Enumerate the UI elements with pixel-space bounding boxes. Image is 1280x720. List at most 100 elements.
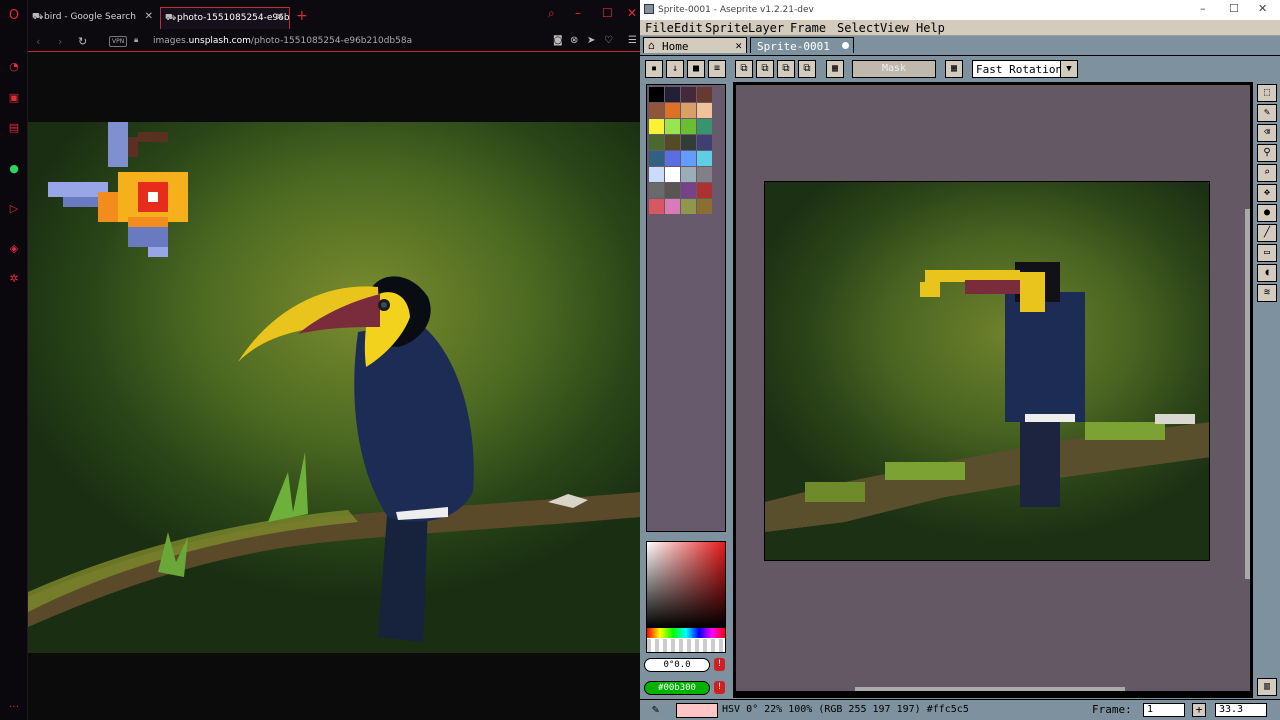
- palette-swatch[interactable]: [681, 135, 696, 150]
- marquee-tool-icon[interactable]: ⬚: [1257, 84, 1277, 102]
- close-tab-icon[interactable]: ✕: [145, 11, 153, 22]
- palette-swatch[interactable]: [681, 151, 696, 166]
- foreground-color-swatch[interactable]: [676, 703, 718, 718]
- selection-replace-icon[interactable]: ⧉: [735, 60, 753, 78]
- palette-swatch[interactable]: [681, 103, 696, 118]
- add-frame-button[interactable]: +: [1192, 703, 1206, 717]
- zoom-input[interactable]: 33.3: [1215, 703, 1267, 717]
- pencil-tool-icon[interactable]: ✎: [1257, 104, 1277, 122]
- palette-swatch[interactable]: [665, 199, 680, 214]
- palette-swatch[interactable]: [665, 103, 680, 118]
- maximize-button[interactable]: ☐: [1229, 2, 1239, 15]
- twitch-icon[interactable]: ▤: [7, 121, 21, 135]
- palette-swatch[interactable]: [665, 151, 680, 166]
- close-tab-icon[interactable]: ✕: [735, 39, 742, 52]
- heart-icon[interactable]: ♡: [604, 35, 613, 46]
- selection-subtract-icon[interactable]: ⧉: [777, 60, 795, 78]
- menu-sprite[interactable]: Sprite: [705, 21, 748, 35]
- alpha-slider[interactable]: [647, 639, 725, 652]
- chevron-down-icon[interactable]: ▼: [1060, 60, 1078, 78]
- tab-bird-search[interactable]: ⛟ bird - Google Search ✕: [28, 7, 158, 29]
- more-icon[interactable]: ···: [7, 700, 21, 714]
- menu-file[interactable]: File: [645, 21, 674, 35]
- menu-icon[interactable]: ☰: [628, 35, 637, 46]
- close-window-button[interactable]: ✕: [627, 6, 637, 20]
- minimize-button[interactable]: –: [575, 6, 581, 20]
- warning-icon[interactable]: !: [714, 658, 725, 671]
- menu-edit[interactable]: Edit: [674, 21, 703, 35]
- pivot-icon[interactable]: ▦: [945, 60, 963, 78]
- close-tab-icon[interactable]: ✕: [276, 12, 284, 23]
- minimize-button[interactable]: –: [1200, 2, 1206, 15]
- camera-icon[interactable]: ◙: [553, 35, 563, 46]
- timeline-toggle-icon[interactable]: ▥: [1257, 678, 1277, 696]
- palette-swatch[interactable]: [665, 119, 680, 134]
- warning-icon[interactable]: !: [714, 681, 725, 694]
- palette-swatch[interactable]: [649, 183, 664, 198]
- send-icon[interactable]: ➤: [587, 35, 595, 46]
- shopping-icon[interactable]: ▣: [7, 91, 21, 105]
- palette-swatch[interactable]: [697, 151, 712, 166]
- palette-swatch[interactable]: [697, 119, 712, 134]
- list-icon[interactable]: ≡: [708, 60, 726, 78]
- contour-tool-icon[interactable]: ◖: [1257, 264, 1277, 282]
- back-icon[interactable]: ‹: [36, 35, 40, 48]
- player-icon[interactable]: ▷: [7, 202, 21, 216]
- palette-swatch[interactable]: [681, 183, 696, 198]
- menu-select[interactable]: Select: [837, 21, 880, 35]
- palette-swatch[interactable]: [697, 167, 712, 182]
- lock-icon[interactable]: ▪: [645, 60, 663, 78]
- sprite-canvas[interactable]: [764, 181, 1210, 561]
- palette-swatch[interactable]: [697, 183, 712, 198]
- tab-sprite-0001[interactable]: Sprite-0001: [750, 37, 854, 53]
- palette-swatch[interactable]: [681, 167, 696, 182]
- palette-swatch[interactable]: [681, 87, 696, 102]
- square-icon[interactable]: ■: [687, 60, 705, 78]
- forward-icon[interactable]: ›: [58, 35, 62, 48]
- palette-swatch[interactable]: [649, 135, 664, 150]
- close-window-button[interactable]: ✕: [1258, 2, 1267, 15]
- menu-help[interactable]: Help: [916, 21, 945, 35]
- eraser-tool-icon[interactable]: ⌫: [1257, 124, 1277, 142]
- palette-swatch[interactable]: [665, 87, 680, 102]
- menu-view[interactable]: View: [880, 21, 909, 35]
- palette-swatch[interactable]: [665, 167, 680, 182]
- vertical-scrollbar[interactable]: [1245, 209, 1250, 579]
- whatsapp-icon[interactable]: ●: [7, 162, 21, 176]
- palette-swatch[interactable]: [697, 135, 712, 150]
- search-icon[interactable]: ⌕: [548, 6, 555, 21]
- new-tab-button[interactable]: +: [296, 8, 308, 24]
- palette-swatch[interactable]: [649, 167, 664, 182]
- move-tool-icon[interactable]: ✥: [1257, 184, 1277, 202]
- saturation-value-box[interactable]: [647, 542, 725, 628]
- cube-icon[interactable]: ◈: [7, 242, 21, 256]
- menu-layer[interactable]: Layer: [748, 21, 784, 35]
- settings-icon[interactable]: ✲: [7, 272, 21, 286]
- selection-intersect-icon[interactable]: ⧉: [798, 60, 816, 78]
- hex-field[interactable]: #00b300: [644, 681, 710, 695]
- blur-tool-icon[interactable]: ≋: [1257, 284, 1277, 302]
- palette-swatch[interactable]: [649, 87, 664, 102]
- horizontal-scrollbar[interactable]: [855, 687, 1125, 691]
- tracker-block-icon[interactable]: ⊗: [570, 35, 578, 46]
- palette-swatch[interactable]: [665, 183, 680, 198]
- reload-icon[interactable]: ↻: [78, 35, 87, 48]
- opera-logo-icon[interactable]: O: [7, 9, 21, 23]
- tab-home[interactable]: ⌂ Home ✕: [643, 37, 747, 53]
- palette-swatch[interactable]: [649, 103, 664, 118]
- palette-swatch[interactable]: [697, 103, 712, 118]
- vpn-badge[interactable]: VPN: [109, 36, 128, 47]
- palette-swatch[interactable]: [681, 119, 696, 134]
- selection-add-icon[interactable]: ⧉: [756, 60, 774, 78]
- palette-swatch[interactable]: [697, 87, 712, 102]
- palette-swatch[interactable]: [665, 135, 680, 150]
- palette-swatch[interactable]: [681, 199, 696, 214]
- tab-photo[interactable]: ⛟ photo-1551085254-e96b2 ✕: [160, 7, 290, 29]
- palette-swatch[interactable]: [649, 119, 664, 134]
- rectangle-tool-icon[interactable]: ▭: [1257, 244, 1277, 262]
- hsv-field[interactable]: 0°0.0: [644, 658, 710, 672]
- line-tool-icon[interactable]: ╱: [1257, 224, 1277, 242]
- zoom-tool-icon[interactable]: ⌕: [1257, 164, 1277, 182]
- down-arrow-icon[interactable]: ↓: [666, 60, 684, 78]
- speed-dial-icon[interactable]: ◔: [7, 60, 21, 74]
